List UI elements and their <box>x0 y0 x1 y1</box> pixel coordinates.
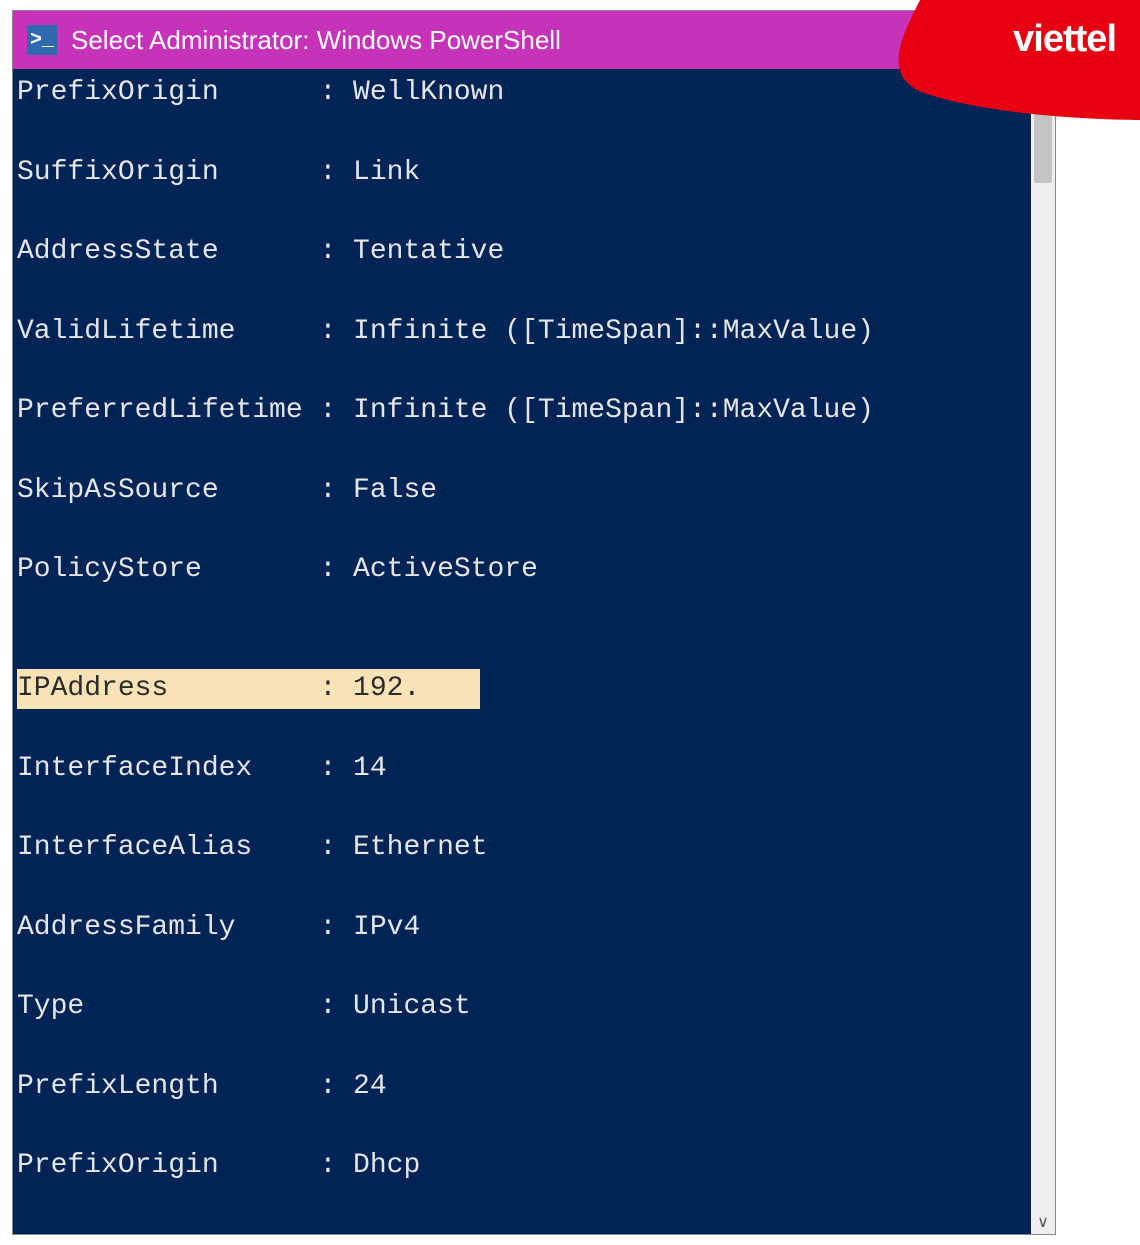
brand-badge: viettel <box>890 0 1140 120</box>
powershell-window: >_ Select Administrator: Windows PowerSh… <box>12 10 1056 1235</box>
highlighted-selection: IPAddress : 192. <box>17 669 480 709</box>
output-row: AddressState : Tentative <box>17 232 1027 272</box>
terminal-content[interactable]: PrefixOrigin : WellKnown SuffixOrigin : … <box>13 69 1031 1234</box>
output-row: PrefixOrigin : WellKnown <box>17 73 1027 113</box>
brand-text: viettel <box>1013 18 1116 61</box>
output-row: SkipAsSource : False <box>17 471 1027 511</box>
output-row: AddressFamily : IPv4 <box>17 908 1027 948</box>
output-row: SuffixOrigin : Link <box>17 153 1027 193</box>
output-row-ipaddress: IPAddress : 192. <box>17 669 1027 709</box>
terminal-body: PrefixOrigin : WellKnown SuffixOrigin : … <box>13 69 1055 1234</box>
powershell-icon-glyph: >_ <box>30 29 54 52</box>
output-row: PrefixLength : 24 <box>17 1067 1027 1107</box>
output-row: PolicyStore : ActiveStore <box>17 550 1027 590</box>
output-row: InterfaceAlias : Ethernet <box>17 828 1027 868</box>
output-row: ValidLifetime : Infinite ([TimeSpan]::Ma… <box>17 312 1027 352</box>
window-title: Select Administrator: Windows PowerShell <box>71 25 561 56</box>
powershell-icon: >_ <box>27 25 57 55</box>
output-row: Type : Unicast <box>17 987 1027 1027</box>
scroll-down-button[interactable]: ∨ <box>1031 1210 1055 1234</box>
output-row: PrefixOrigin : Dhcp <box>17 1146 1027 1186</box>
output-row: PreferredLifetime : Infinite ([TimeSpan]… <box>17 391 1027 431</box>
output-row: InterfaceIndex : 14 <box>17 749 1027 789</box>
scrollbar[interactable]: ∧ ∨ <box>1031 69 1055 1234</box>
